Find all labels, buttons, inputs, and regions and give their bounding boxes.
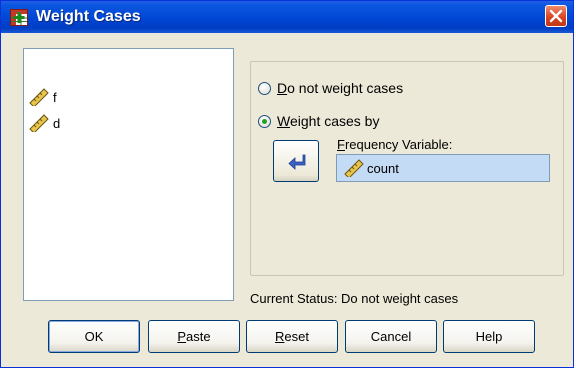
- ok-button[interactable]: OK: [48, 320, 140, 353]
- title-bar[interactable]: Weight Cases: [1, 1, 573, 33]
- close-button[interactable]: [545, 5, 567, 27]
- help-button[interactable]: Help: [443, 320, 535, 353]
- radio-label: Do not weight cases: [277, 80, 404, 96]
- reset-button-label: Reset: [275, 329, 309, 344]
- cancel-button-label: Cancel: [370, 329, 412, 344]
- close-icon: [549, 9, 563, 23]
- window-title: Weight Cases: [36, 8, 141, 25]
- frequency-variable-field[interactable]: count: [336, 154, 550, 182]
- variable-name: f: [53, 89, 57, 105]
- frequency-variable-value: count: [367, 160, 399, 176]
- ruler-icon: [28, 114, 50, 134]
- list-item-variable-f[interactable]: f: [28, 87, 57, 108]
- ruler-icon: [28, 88, 50, 108]
- frequency-variable-label: Frequency Variable:: [337, 137, 453, 152]
- help-button-label: Help: [475, 329, 503, 344]
- paste-button[interactable]: Paste: [148, 320, 240, 353]
- paste-button-label: Paste: [177, 329, 211, 344]
- radio-button[interactable]: [258, 81, 271, 95]
- reset-button[interactable]: Reset: [246, 320, 338, 353]
- arrow-left-icon: [288, 154, 306, 170]
- radio-do-not-weight[interactable]: Do not weight cases: [258, 80, 403, 96]
- variable-list[interactable]: f d: [23, 48, 234, 301]
- radio-selected-dot: [262, 118, 267, 124]
- radio-label: Weight cases by: [277, 113, 380, 129]
- current-status-text: Current Status: Do not weight cases: [250, 291, 459, 306]
- list-item-variable-d[interactable]: d: [28, 113, 61, 134]
- radio-weight-cases-by[interactable]: Weight cases by: [258, 113, 379, 129]
- radio-button[interactable]: [258, 114, 271, 128]
- ok-button-label: OK: [84, 329, 104, 344]
- move-variable-button[interactable]: [273, 140, 319, 182]
- cancel-button[interactable]: Cancel: [345, 320, 437, 353]
- spss-data-icon: [10, 9, 28, 26]
- ruler-icon: [343, 159, 365, 179]
- variable-name: d: [53, 115, 61, 131]
